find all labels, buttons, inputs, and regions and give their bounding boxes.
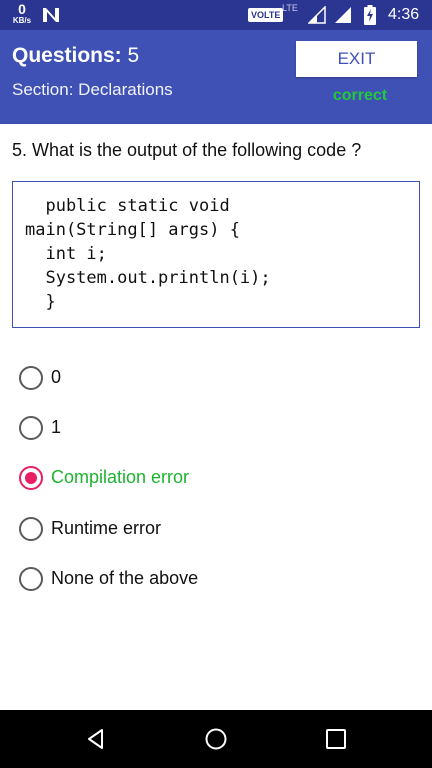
status-bar: 0 KB/s VOLTE LTE 4:36 — [0, 0, 432, 30]
answer-option[interactable]: Compilation error — [18, 464, 418, 492]
answer-option[interactable]: None of the above — [18, 565, 418, 593]
recents-icon[interactable] — [324, 727, 348, 751]
n-notification-icon — [43, 8, 59, 22]
answer-option[interactable]: 0 — [18, 364, 418, 392]
question-counter: Questions: 5 — [12, 44, 139, 68]
signal-icon — [308, 6, 326, 24]
code-line: } — [25, 292, 56, 312]
section-info: Section: Declarations — [12, 80, 173, 100]
home-icon[interactable] — [204, 727, 228, 751]
questions-value: 5 — [127, 44, 140, 67]
battery-charging-icon — [364, 5, 376, 25]
code-line: public static void — [25, 196, 230, 216]
radio-button[interactable] — [19, 366, 43, 390]
option-label: None of the above — [51, 568, 199, 588]
lte-indicator: LTE — [282, 3, 298, 13]
clock: 4:36 — [388, 6, 420, 23]
option-label: Compilation error — [51, 467, 190, 487]
radio-button[interactable] — [19, 416, 43, 440]
network-speed-unit: KB/s — [12, 16, 32, 25]
network-speed-value: 0 — [18, 1, 26, 17]
answer-option[interactable]: Runtime error — [18, 515, 418, 543]
answer-result: correct — [332, 87, 388, 104]
code-line: int i; — [25, 244, 107, 264]
section-label: Section: — [12, 80, 74, 99]
option-label: 1 — [51, 417, 62, 437]
radio-button-selected[interactable] — [19, 466, 43, 490]
question-text: 5. What is the output of the following c… — [12, 140, 362, 160]
quiz-header: Questions: 5 Section: Declarations EXIT … — [0, 30, 432, 124]
code-line: main(String[] args) { — [25, 220, 240, 240]
network-speed-indicator: 0 KB/s — [10, 2, 34, 25]
option-label: 0 — [51, 367, 62, 387]
back-icon[interactable] — [84, 727, 108, 751]
option-label: Runtime error — [51, 518, 162, 538]
code-block: public static void main(String[] args) {… — [12, 181, 420, 328]
navigation-bar — [0, 710, 432, 768]
questions-label: Questions: — [12, 44, 122, 67]
exit-button[interactable]: EXIT — [296, 41, 417, 77]
answer-option[interactable]: 1 — [18, 414, 418, 442]
signal-icon — [335, 7, 351, 23]
volte-badge: VOLTE — [248, 8, 284, 22]
section-value: Declarations — [78, 80, 173, 99]
code-line: System.out.println(i); — [25, 268, 271, 288]
radio-button[interactable] — [19, 567, 43, 591]
radio-button[interactable] — [19, 517, 43, 541]
